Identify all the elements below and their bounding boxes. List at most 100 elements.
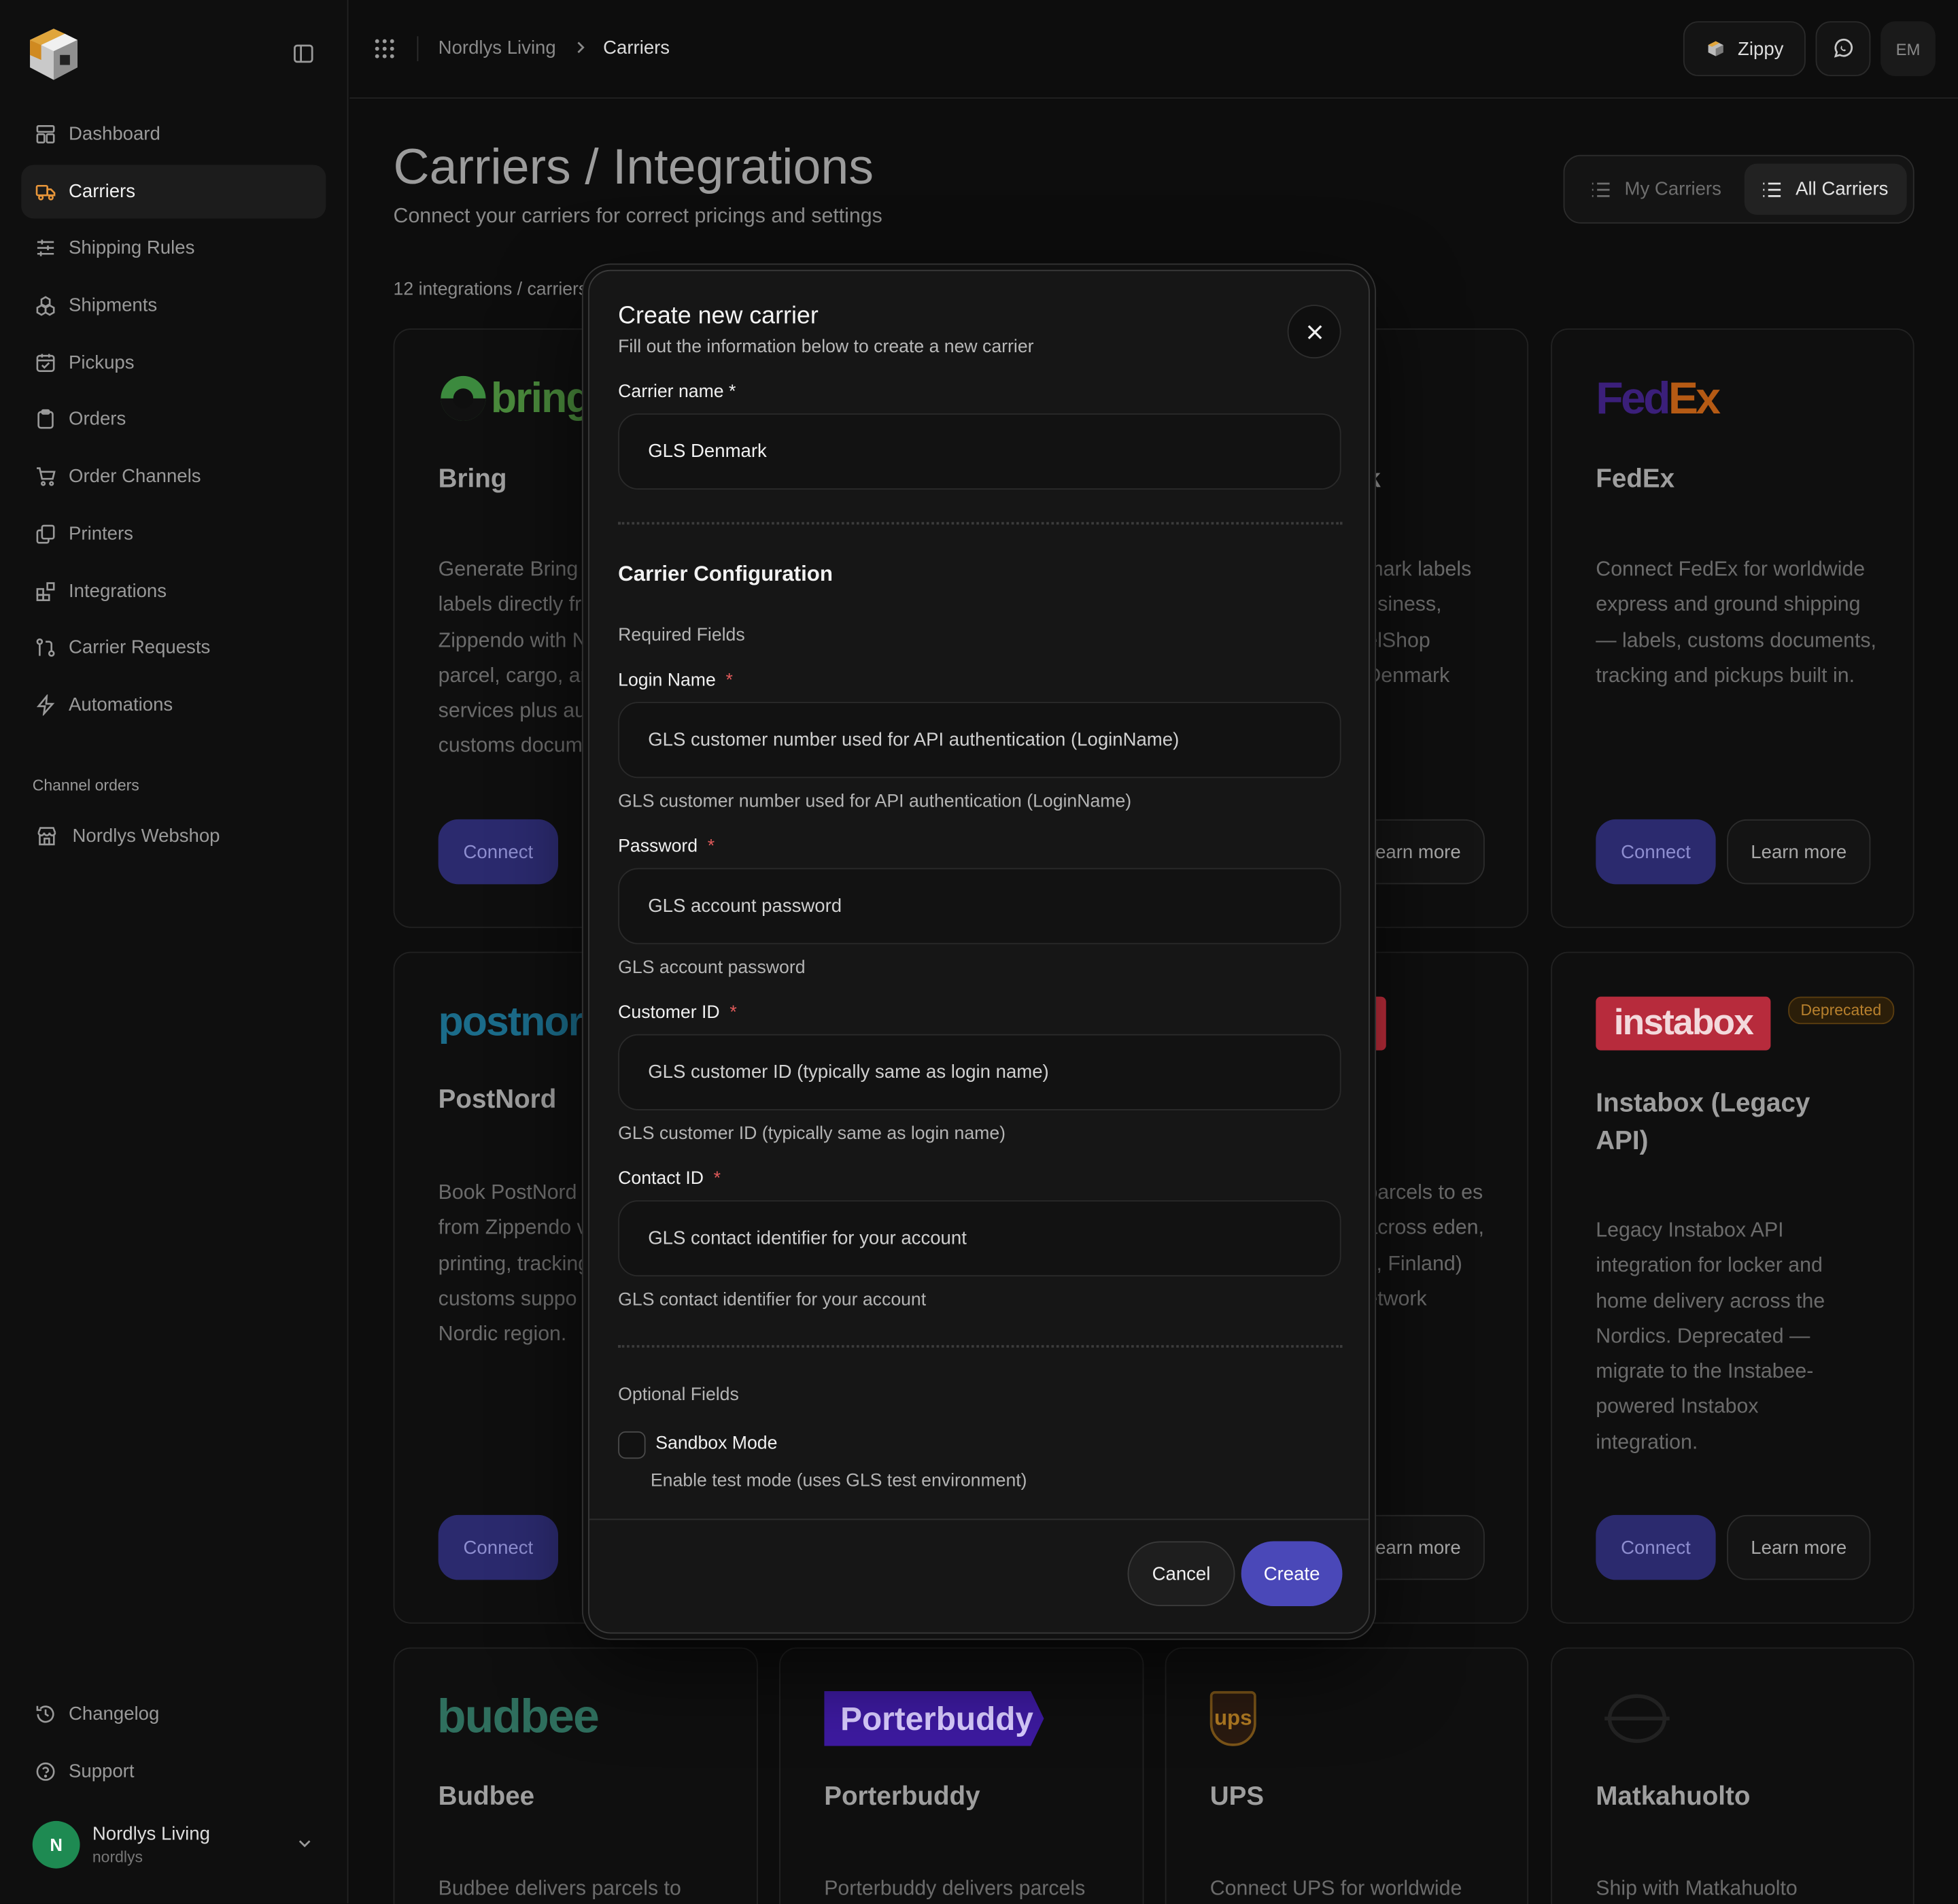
learn-more-button[interactable]: Learn more (1727, 1514, 1871, 1580)
learn-more-button[interactable]: Learn more (1727, 819, 1871, 885)
card-description: Legacy Instabox API integration for lock… (1596, 1219, 1825, 1454)
sidebar-item-changelog[interactable]: Changelog (21, 1687, 326, 1741)
breadcrumb-workspace[interactable]: Nordlys Living (439, 37, 556, 58)
sidebar-item-shipments[interactable]: Shipments (21, 279, 326, 333)
close-icon (1307, 324, 1322, 339)
all-carriers-tab[interactable]: All Carriers (1744, 163, 1907, 215)
connect-button[interactable]: Connect (1596, 819, 1716, 885)
connect-button[interactable]: Connect (1596, 1514, 1716, 1580)
sidebar-item-carriers[interactable]: Carriers (21, 164, 326, 218)
divider (618, 1345, 1343, 1348)
close-button[interactable] (1287, 305, 1341, 359)
card-description: Book PostNord from Zippendo v printing, … (438, 1181, 590, 1346)
zippy-button[interactable]: Zippy (1683, 21, 1806, 77)
ups-logo: ups (1209, 1690, 1256, 1746)
sidebar-item-integrations[interactable]: Integrations (21, 564, 326, 617)
sandbox-mode-checkbox[interactable] (618, 1431, 646, 1459)
carrier-name-input[interactable]: GLS Denmark (618, 413, 1341, 490)
sidebar-item-label: Changelog (69, 1703, 160, 1725)
apps-grid-icon[interactable] (373, 37, 396, 60)
store-icon (37, 827, 56, 846)
chevron-right-icon (577, 41, 585, 54)
login-name-label: Login Name * (618, 670, 733, 690)
instabox-logo: instabox (1596, 996, 1771, 1051)
sandbox-mode-label[interactable]: Sandbox Mode (655, 1434, 777, 1454)
user-menu[interactable]: N Nordlys Living nordlys (21, 1807, 326, 1882)
connect-button[interactable]: Connect (438, 819, 559, 885)
sidebar-item-label: Dashboard (69, 123, 160, 146)
zippendo-logo[interactable] (22, 22, 85, 85)
card-description: Budbee delivers parcels to (438, 1877, 681, 1900)
sidebar: Dashboard Carriers Shipping Rules Shipme… (0, 0, 349, 1904)
sidebar-item-printers[interactable]: Printers (21, 507, 326, 560)
card-description: Ship with Matkahuolto (1596, 1877, 1798, 1900)
help-circle-icon (36, 1762, 55, 1781)
chevron-down-icon (298, 1840, 311, 1848)
printer-icon (36, 524, 55, 544)
login-name-input[interactable]: GLS customer number used for API authent… (618, 702, 1341, 779)
user-name: Nordlys Living (92, 1823, 210, 1845)
channel-orders-heading: Channel orders (32, 777, 139, 795)
carrier-card-ups: ups UPS Connect UPS for worldwide (1165, 1647, 1529, 1904)
truck-icon (35, 184, 56, 201)
zippy-logo-icon (1707, 41, 1723, 56)
card-description: Connect UPS for worldwide (1209, 1877, 1462, 1900)
password-label: Password * (618, 837, 715, 857)
carrier-card-porterbuddy: Porterbuddy Porterbuddy Porterbuddy deli… (779, 1647, 1144, 1904)
sidebar-item-dashboard[interactable]: Dashboard (21, 107, 326, 161)
cancel-button[interactable]: Cancel (1127, 1541, 1235, 1606)
card-title: Bring (438, 464, 507, 494)
required-asterisk: * (707, 836, 715, 857)
carrier-configuration-heading: Carrier Configuration (618, 562, 833, 586)
sidebar-item-channel[interactable]: Nordlys Webshop (21, 809, 326, 863)
sidebar-item-support[interactable]: Support (21, 1744, 326, 1798)
sidebar-item-shipping-rules[interactable]: Shipping Rules (21, 222, 326, 275)
calendar-icon (36, 354, 55, 372)
password-label-text: Password (618, 836, 698, 857)
channel-label: Nordlys Webshop (72, 826, 220, 847)
sidebar-item-label: Integrations (69, 580, 167, 602)
card-description: Porterbuddy delivers parcels (824, 1877, 1086, 1900)
contact-id-input[interactable]: GLS contact identifier for your account (618, 1200, 1341, 1277)
sidebar-item-order-channels[interactable]: Order Channels (21, 449, 326, 503)
sliders-icon (37, 240, 54, 257)
zippy-label: Zippy (1738, 38, 1784, 60)
git-pull-request-icon (36, 639, 55, 658)
connect-button[interactable]: Connect (438, 1514, 559, 1580)
card-title: Budbee (438, 1782, 535, 1812)
zap-icon (36, 694, 55, 716)
contact-id-label: Contact ID * (618, 1169, 721, 1189)
sidebar-item-label: Support (69, 1761, 135, 1782)
divider (417, 36, 419, 61)
carrier-view-toggle: My Carriers All Carriers (1563, 154, 1914, 224)
message-circle-icon (1834, 38, 1853, 58)
matkahuolto-logo (1604, 1694, 1670, 1744)
password-input[interactable]: GLS account password (618, 868, 1341, 945)
bring-logo-mark (441, 375, 486, 421)
chat-button[interactable] (1815, 21, 1871, 77)
sidebar-item-carrier-requests[interactable]: Carrier Requests (21, 621, 326, 675)
sidebar-toggle-icon[interactable] (292, 42, 315, 65)
ups-logo-text: ups (1214, 1705, 1252, 1730)
avatar: N (32, 1820, 80, 1869)
sidebar-item-label: Carriers (69, 180, 135, 202)
create-button[interactable]: Create (1241, 1541, 1343, 1606)
dashboard-icon (36, 125, 55, 143)
sidebar-item-label: Pickups (69, 352, 135, 373)
customer-id-input[interactable]: GLS customer ID (typically same as login… (618, 1034, 1341, 1110)
sidebar-item-label: Orders (69, 409, 126, 430)
sidebar-item-automations[interactable]: Automations (21, 678, 326, 732)
user-initials-button[interactable]: EM (1880, 21, 1936, 77)
user-handle: nordlys (92, 1848, 143, 1867)
card-title: Porterbuddy (824, 1782, 980, 1812)
card-title: Matkahuolto (1596, 1782, 1751, 1812)
dialog-title: Create new carrier (618, 302, 819, 330)
optional-fields-heading: Optional Fields (618, 1384, 739, 1406)
sidebar-item-orders[interactable]: Orders (21, 393, 326, 447)
sidebar-item-pickups[interactable]: Pickups (21, 336, 326, 390)
sidebar-item-label: Order Channels (69, 466, 201, 488)
sidebar-item-label: Automations (69, 694, 173, 716)
page-subtitle: Connect your carriers for correct pricin… (393, 205, 882, 228)
password-help: GLS account password (618, 957, 806, 979)
my-carriers-tab[interactable]: My Carriers (1572, 164, 1744, 215)
